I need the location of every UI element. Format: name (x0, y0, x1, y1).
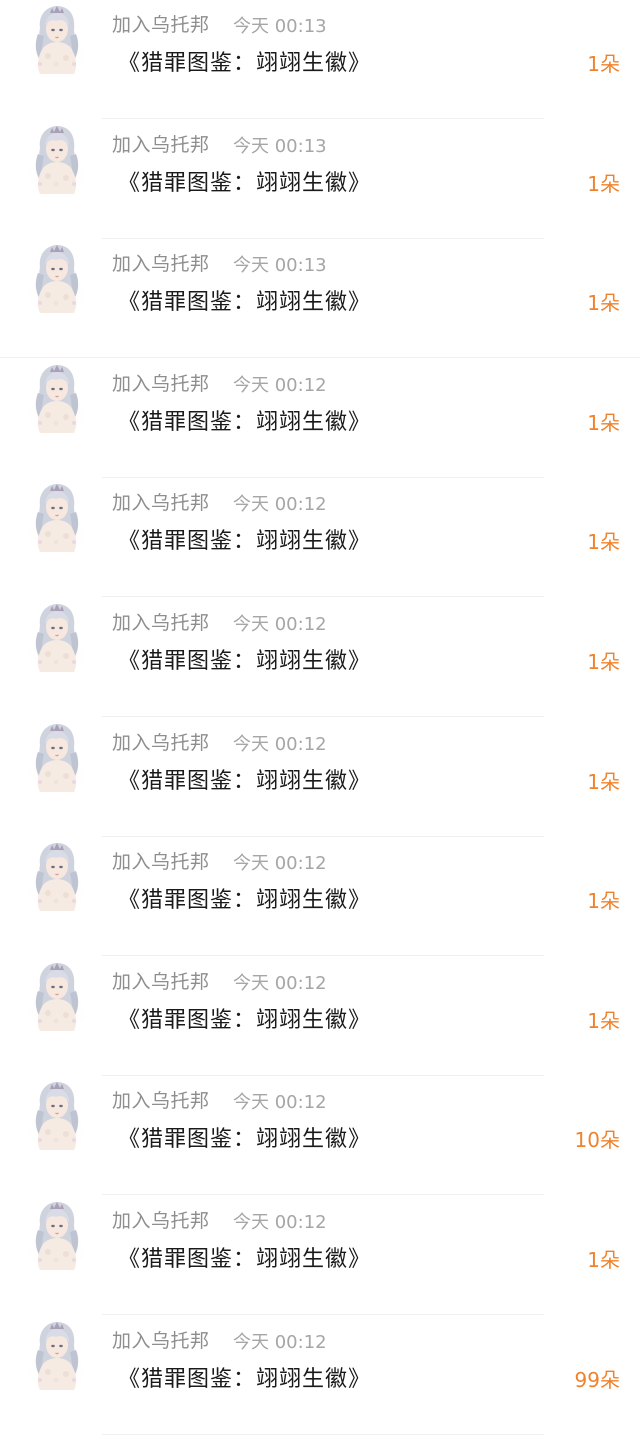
sender-name[interactable]: 加入乌托邦 (112, 847, 210, 874)
divider (102, 118, 544, 119)
timestamp: 今天 00:12 (233, 734, 327, 755)
avatar[interactable] (26, 124, 88, 196)
list-item[interactable]: 加入乌托邦 今天 00:12 《猎罪图鉴：翊翊生徽》 1朵 (0, 1196, 640, 1315)
gift-amount: 1朵 (587, 530, 620, 554)
divider (102, 716, 544, 717)
gift-title: 《猎罪图鉴：翊翊生徽》 (118, 1127, 372, 1152)
gift-title: 《猎罪图鉴：翊翊生徽》 (118, 649, 372, 674)
list-item[interactable]: 加入乌托邦 今天 00:12 《猎罪图鉴：翊翊生徽》 1朵 (0, 957, 640, 1076)
sender-name[interactable]: 加入乌托邦 (112, 130, 210, 157)
gift-amount: 1朵 (587, 1009, 620, 1033)
list-item[interactable]: 加入乌托邦 今天 00:13 《猎罪图鉴：翊翊生徽》 1朵 (0, 239, 640, 358)
avatar[interactable] (26, 1080, 88, 1152)
gift-amount: 1朵 (587, 291, 620, 315)
avatar[interactable] (26, 4, 88, 76)
list-item[interactable]: 加入乌托邦 今天 00:12 《猎罪图鉴：翊翊生徽》 99朵 (0, 1316, 640, 1435)
list-item[interactable]: 加入乌托邦 今天 00:12 《猎罪图鉴：翊翊生徽》 1朵 (0, 478, 640, 597)
avatar[interactable] (26, 1200, 88, 1272)
timestamp: 今天 00:12 (233, 1332, 327, 1353)
avatar[interactable] (26, 602, 88, 674)
divider (102, 1194, 544, 1195)
gift-title: 《猎罪图鉴：翊翊生徽》 (118, 1008, 372, 1033)
sender-name[interactable]: 加入乌托邦 (112, 249, 210, 276)
gift-title: 《猎罪图鉴：翊翊生徽》 (118, 290, 372, 315)
avatar[interactable] (26, 482, 88, 554)
timestamp: 今天 00:12 (233, 375, 327, 396)
list-item[interactable]: 加入乌托邦 今天 00:13 《猎罪图鉴：翊翊生徽》 1朵 (0, 120, 640, 239)
timestamp: 今天 00:12 (233, 494, 327, 515)
list-item[interactable]: 加入乌托邦 今天 00:12 《猎罪图鉴：翊翊生徽》 1朵 (0, 837, 640, 956)
timestamp: 今天 00:12 (233, 1212, 327, 1233)
timestamp: 今天 00:13 (233, 255, 327, 276)
gift-amount: 1朵 (587, 172, 620, 196)
timestamp: 今天 00:12 (233, 973, 327, 994)
sender-name[interactable]: 加入乌托邦 (112, 728, 210, 755)
sender-name[interactable]: 加入乌托邦 (112, 369, 210, 396)
gift-title: 《猎罪图鉴：翊翊生徽》 (118, 529, 372, 554)
gift-amount: 1朵 (587, 1248, 620, 1272)
sender-name[interactable]: 加入乌托邦 (112, 967, 210, 994)
gift-title: 《猎罪图鉴：翊翊生徽》 (118, 769, 372, 794)
divider (102, 1314, 544, 1315)
gift-title: 《猎罪图鉴：翊翊生徽》 (118, 1367, 372, 1392)
gift-amount: 1朵 (587, 52, 620, 76)
sender-name[interactable]: 加入乌托邦 (112, 1326, 210, 1353)
timestamp: 今天 00:12 (233, 853, 327, 874)
gift-amount: 1朵 (587, 411, 620, 435)
list-item[interactable]: 加入乌托邦 今天 00:12 《猎罪图鉴：翊翊生徽》 10朵 (0, 1076, 640, 1195)
gift-amount: 1朵 (587, 650, 620, 674)
gift-amount: 99朵 (574, 1368, 620, 1392)
timestamp: 今天 00:13 (233, 16, 327, 37)
divider (102, 955, 544, 956)
sender-name[interactable]: 加入乌托邦 (112, 10, 210, 37)
avatar[interactable] (26, 722, 88, 794)
avatar[interactable] (26, 961, 88, 1033)
divider (102, 596, 544, 597)
sender-name[interactable]: 加入乌托邦 (112, 1086, 210, 1113)
timestamp: 今天 00:12 (233, 1092, 327, 1113)
gift-amount: 1朵 (587, 770, 620, 794)
timestamp: 今天 00:13 (233, 136, 327, 157)
list-item[interactable]: 加入乌托邦 今天 00:12 《猎罪图鉴：翊翊生徽》 1朵 (0, 598, 640, 717)
list-item[interactable]: 加入乌托邦 今天 00:12 《猎罪图鉴：翊翊生徽》 1朵 (0, 718, 640, 837)
gift-title: 《猎罪图鉴：翊翊生徽》 (118, 171, 372, 196)
sender-name[interactable]: 加入乌托邦 (112, 1206, 210, 1233)
gift-amount: 1朵 (587, 889, 620, 913)
avatar[interactable] (26, 243, 88, 315)
list-item[interactable]: 加入乌托邦 今天 00:13 《猎罪图鉴：翊翊生徽》 1朵 (0, 0, 640, 119)
timestamp: 今天 00:12 (233, 614, 327, 635)
sender-name[interactable]: 加入乌托邦 (112, 608, 210, 635)
gift-title: 《猎罪图鉴：翊翊生徽》 (118, 888, 372, 913)
gift-amount: 10朵 (574, 1128, 620, 1152)
gift-title: 《猎罪图鉴：翊翊生徽》 (118, 51, 372, 76)
gift-title: 《猎罪图鉴：翊翊生徽》 (118, 410, 372, 435)
avatar[interactable] (26, 841, 88, 913)
gift-title: 《猎罪图鉴：翊翊生徽》 (118, 1247, 372, 1272)
avatar[interactable] (26, 363, 88, 435)
list-item[interactable]: 加入乌托邦 今天 00:12 《猎罪图鉴：翊翊生徽》 1朵 (0, 359, 640, 478)
avatar[interactable] (26, 1320, 88, 1392)
sender-name[interactable]: 加入乌托邦 (112, 488, 210, 515)
divider (0, 357, 640, 358)
